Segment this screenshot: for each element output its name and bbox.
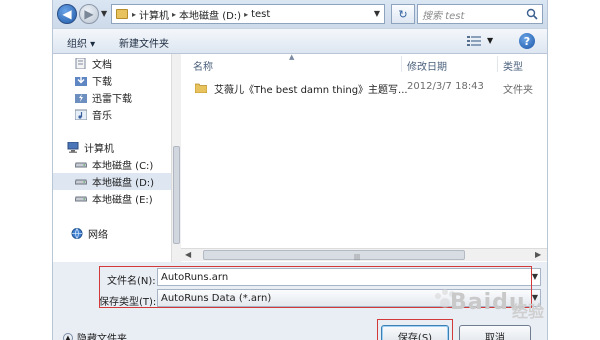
forward-arrow-icon: ▶ [84,7,94,21]
chevron-up-icon: ▲ [63,332,73,340]
nav-item-network[interactable]: 网络 [53,225,179,242]
watermark-subtext: 经验 [512,302,545,321]
nav-item-label: 文档 [92,60,112,71]
breadcrumb-test[interactable]: test [251,9,270,20]
scrollbar-thumb[interactable] [173,146,180,244]
column-header-modified[interactable]: 修改日期 [407,58,447,73]
chevron-right-icon: ▸ [172,9,177,19]
computer-icon [67,142,79,153]
downloads-icon [75,76,87,86]
nav-item-documents[interactable]: 文档 [53,55,179,72]
nav-item-label: 网络 [88,230,108,241]
cancel-button-label: 取消 [485,332,505,340]
search-placeholder: 搜索 test [422,10,465,22]
refresh-button[interactable]: ↻ [391,4,415,24]
organize-menu[interactable]: 组织 ▾ [67,35,95,50]
new-folder-button[interactable]: 新建文件夹 [119,35,169,50]
drive-icon [75,196,87,202]
search-input[interactable]: 搜索 test [417,4,543,24]
help-button[interactable]: ? [519,33,535,49]
view-options-icon[interactable] [467,35,481,47]
nav-item-downloads[interactable]: 下载 [53,72,179,89]
documents-icon [75,58,86,69]
nav-item-label: 迅雷下载 [92,94,132,105]
column-header-name[interactable]: 名称 [193,58,213,73]
drive-icon [75,162,87,168]
command-toolbar: 组织 ▾ 新建文件夹 ▼ ? [53,28,547,54]
drive-icon [75,179,87,185]
nav-item-drive-e[interactable]: 本地磁盘 (E:) [53,190,179,207]
file-row[interactable]: 艾薇儿《The best damn thing》主题写... 2012/3/7 … [181,80,547,96]
nav-item-label: 本地磁盘 (D:) [92,178,155,189]
column-header-type[interactable]: 类型 [503,58,523,73]
chevron-right-icon: ▸ [132,9,137,19]
highlight-box [377,319,453,340]
file-type: 文件夹 [503,85,533,96]
grip-icon: ||| [354,254,361,261]
address-bar[interactable]: ▸ 计算机 ▸ 本地磁盘 (D:) ▸ test ▼ [111,4,385,24]
file-modified: 2012/3/7 18:43 [407,81,484,92]
network-icon [71,228,83,239]
scrollbar-thumb[interactable]: ||| [203,250,465,261]
nav-item-thunder-download[interactable]: 迅雷下载 [53,89,179,106]
horizontal-scrollbar[interactable]: ◀ ||| ▶ [181,248,547,261]
file-name: 艾薇儿《The best damn thing》主题写... [214,85,408,96]
nav-item-music[interactable]: 音乐 [53,106,179,123]
hide-folders-label: 隐藏文件夹 [77,334,127,340]
sort-ascending-icon: ▲ [289,53,295,61]
address-row: ◀ ▶ ▼ ▸ 计算机 ▸ 本地磁盘 (D:) ▸ test ▼ ↻ 搜索 te… [53,0,547,28]
cancel-button[interactable]: 取消 [459,325,531,340]
scroll-left-icon[interactable]: ◀ [185,250,191,259]
chevron-down-icon[interactable]: ▼ [532,272,538,281]
refresh-icon: ↻ [398,7,408,21]
chevron-right-icon: ▸ [244,9,249,19]
column-divider[interactable] [497,56,498,72]
breadcrumb-computer[interactable]: 计算机 [139,7,169,22]
scroll-right-icon[interactable]: ▶ [535,250,541,259]
column-divider[interactable] [401,56,402,72]
nav-item-label: 本地磁盘 (C:) [92,161,154,172]
breadcrumb-drive-d[interactable]: 本地磁盘 (D:) [179,7,241,22]
nav-item-computer[interactable]: 计算机 [53,139,179,156]
nav-item-label: 下载 [92,77,112,88]
navigation-scrollbar[interactable] [171,54,181,262]
navigation-pane: 文档 下载 迅雷下载 音乐 计算机 本地磁盘 (C:) 本地磁盘 (D:) 本地… [53,54,181,262]
help-icon: ? [523,34,531,48]
search-icon [526,8,538,20]
folder-icon [195,83,207,93]
recent-pages-dropdown-icon[interactable]: ▼ [101,9,107,18]
music-icon [75,109,87,120]
nav-item-drive-d[interactable]: 本地磁盘 (D:) [53,173,179,190]
file-list: 名称 ▲ 修改日期 类型 艾薇儿《The best damn thing》主题写… [181,53,547,262]
nav-item-label: 本地磁盘 (E:) [92,195,153,206]
thunder-download-icon [75,94,87,103]
folder-icon [116,9,128,19]
address-dropdown-icon[interactable]: ▼ [374,9,380,18]
back-arrow-icon: ◀ [62,7,72,21]
nav-item-label: 计算机 [84,144,114,155]
nav-item-drive-c[interactable]: 本地磁盘 (C:) [53,156,179,173]
view-dropdown-icon[interactable]: ▼ [487,36,493,45]
nav-item-label: 音乐 [92,111,112,122]
back-button[interactable]: ◀ [57,4,77,24]
hide-folders-toggle[interactable]: ▲ 隐藏文件夹 [63,330,127,340]
forward-button[interactable]: ▶ [79,4,99,24]
